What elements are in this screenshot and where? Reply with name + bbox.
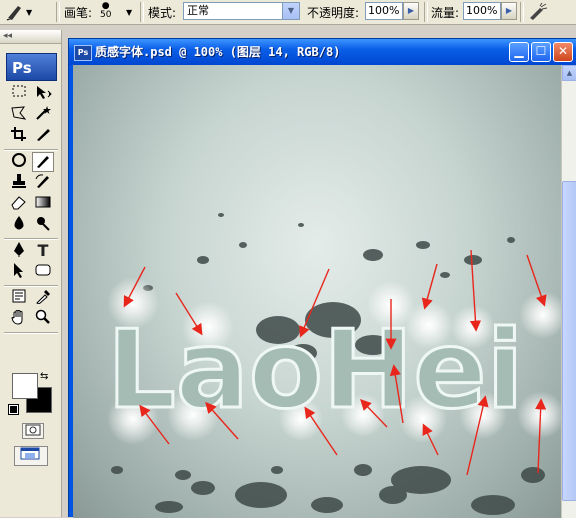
chevron-down-icon: ▼ — [26, 7, 33, 17]
close-button[interactable]: ✕ — [553, 42, 573, 62]
screen-mode-button[interactable] — [14, 446, 48, 466]
type-tool[interactable]: T — [32, 241, 54, 261]
note-icon — [12, 289, 26, 303]
brush-icon — [37, 156, 49, 168]
options-bar: ▼ 画笔: ● 50 ▼ 模式: 正常 ▼ 不透明度: 100% ▶ 流量: 1… — [0, 0, 576, 25]
chevron-down-icon[interactable]: ▼ — [282, 3, 299, 19]
maximize-button[interactable]: ☐ — [531, 42, 551, 62]
notes-tool[interactable] — [8, 288, 30, 308]
canvas[interactable]: LaoHei — [73, 65, 561, 518]
separator — [520, 2, 524, 22]
eraser-icon — [11, 196, 26, 210]
artwork: LaoHei — [106, 213, 561, 515]
flow-label: 流量: — [431, 5, 460, 20]
brush-tool[interactable] — [32, 152, 54, 172]
tool-preset-picker[interactable]: ▼ — [4, 0, 32, 24]
path-selection-icon — [14, 263, 23, 278]
bandage-icon — [12, 153, 26, 167]
crop-tool[interactable] — [8, 126, 30, 146]
vertical-scrollbar[interactable]: ▲ — [561, 65, 576, 518]
scroll-up-arrow-icon[interactable]: ▲ — [562, 65, 576, 81]
opacity-slider-button[interactable]: ▶ — [403, 2, 419, 20]
dodge-icon — [37, 217, 50, 231]
mode-select[interactable]: 正常 ▼ — [183, 2, 300, 20]
history-brush-icon — [35, 174, 49, 188]
healing-brush-tool[interactable] — [8, 152, 30, 172]
rounded-rect-icon — [35, 264, 51, 276]
opacity-label: 不透明度: — [307, 5, 360, 20]
minimize-icon: ▁ — [514, 44, 524, 58]
brush-label: 画笔: — [64, 5, 93, 20]
opacity-input[interactable]: 100% — [365, 2, 403, 20]
history-brush-tool[interactable] — [32, 173, 54, 193]
slice-tool[interactable] — [32, 126, 54, 146]
brush-size-picker[interactable]: ● 50 — [100, 0, 111, 24]
pen-icon — [14, 242, 24, 257]
gradient-icon — [35, 196, 51, 208]
lasso-icon — [11, 106, 27, 120]
brush-dropdown-arrow[interactable]: ▼ — [126, 0, 132, 24]
zoom-tool[interactable] — [32, 309, 54, 329]
photoshop-logo[interactable]: Ps — [6, 53, 57, 81]
slice-icon — [37, 129, 50, 141]
brush-size: 50 — [100, 10, 112, 20]
hand-icon — [11, 310, 23, 325]
brush-tool-icon — [6, 6, 21, 21]
marquee-icon — [12, 85, 26, 97]
drop-icon — [14, 216, 24, 230]
magic-wand-tool[interactable] — [32, 105, 54, 125]
document-title: 质感字体.psd @ 100% (图层 14, RGB/8) — [95, 45, 341, 59]
flow-input[interactable]: 100% — [463, 2, 501, 20]
shape-tool[interactable] — [32, 262, 54, 282]
zoom-icon — [35, 309, 50, 324]
document-window: Ps 质感字体.psd @ 100% (图层 14, RGB/8) ▁ ☐ ✕ — [68, 38, 576, 518]
move-icon — [37, 86, 52, 99]
mode-label: 模式: — [148, 5, 177, 20]
marquee-tool[interactable] — [8, 84, 30, 104]
separator — [140, 2, 144, 22]
foreground-color-swatch[interactable] — [12, 373, 38, 399]
minimize-button[interactable]: ▁ — [509, 42, 529, 62]
scrollbar-thumb[interactable] — [562, 181, 576, 501]
swap-colors-icon[interactable]: ⇆ — [40, 371, 48, 382]
default-colors-button[interactable] — [8, 404, 19, 415]
divider — [4, 285, 58, 287]
screen-mode-icon — [20, 447, 40, 460]
move-tool[interactable] — [32, 84, 54, 104]
crop-icon — [11, 127, 26, 141]
gradient-tool[interactable] — [32, 194, 54, 214]
clone-stamp-tool[interactable] — [8, 173, 30, 193]
blur-tool[interactable] — [8, 215, 30, 235]
artwork-text: LaoHei — [107, 308, 524, 433]
eraser-tool[interactable] — [8, 194, 30, 214]
stamp-icon — [12, 174, 26, 188]
close-icon: ✕ — [557, 44, 569, 58]
divider — [4, 149, 58, 151]
flow-slider-button[interactable]: ▶ — [501, 2, 517, 20]
maximize-icon: ☐ — [535, 44, 547, 58]
airbrush-icon — [530, 2, 548, 20]
separator — [424, 2, 428, 22]
quick-mask-icon — [25, 424, 41, 436]
quick-mask-button[interactable] — [22, 423, 44, 439]
photoshop-document-icon: Ps — [74, 45, 92, 61]
airbrush-toggle[interactable] — [527, 0, 549, 24]
mode-value: 正常 — [187, 4, 209, 17]
dodge-tool[interactable] — [32, 215, 54, 235]
tools-palette: ◂◂ Ps T ⇆ — [0, 30, 62, 517]
divider — [4, 332, 58, 334]
magic-wand-icon — [36, 106, 51, 120]
eyedropper-icon — [36, 289, 51, 305]
document-titlebar[interactable]: Ps 质感字体.psd @ 100% (图层 14, RGB/8) ▁ ☐ ✕ — [69, 39, 576, 65]
path-selection-tool[interactable] — [8, 262, 30, 282]
pen-tool[interactable] — [8, 241, 30, 261]
eyedropper-tool[interactable] — [32, 288, 54, 308]
separator — [56, 2, 60, 22]
palette-grip[interactable]: ◂◂ — [0, 30, 61, 44]
lasso-tool[interactable] — [8, 105, 30, 125]
divider — [4, 238, 58, 240]
brush-tip-icon: ● — [101, 1, 110, 11]
hand-tool[interactable] — [8, 309, 30, 329]
